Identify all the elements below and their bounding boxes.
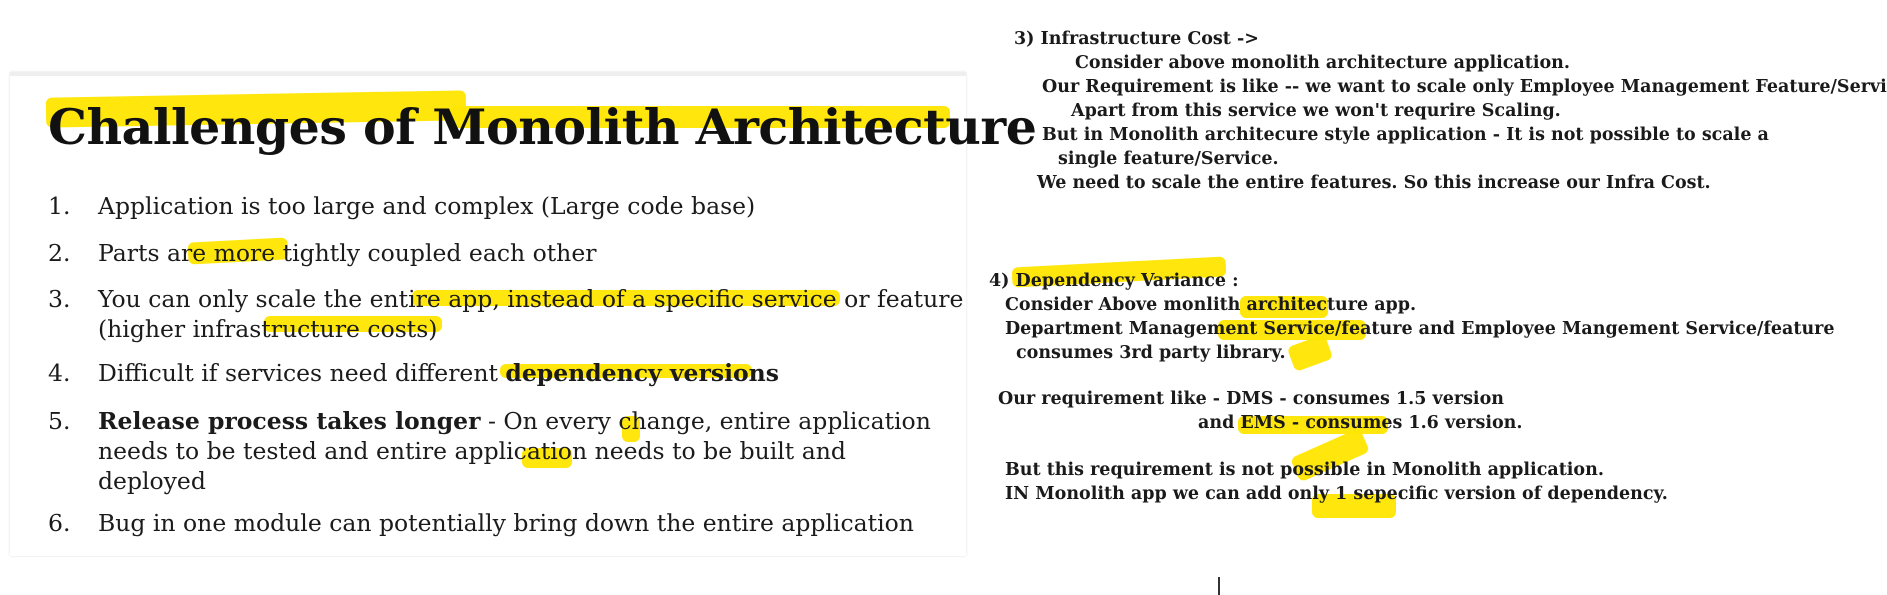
item-number: 2. — [48, 239, 71, 267]
dependency-line: consumes 3rd party library. — [1016, 343, 1286, 363]
text-cursor — [1218, 577, 1220, 595]
item-text-line3: deployed — [98, 467, 206, 495]
item-number: 6. — [48, 509, 71, 537]
item-number: 1. — [48, 192, 71, 220]
item-text-line2: (higher infrastructure costs) — [98, 315, 438, 343]
item-text: Bug in one module can potentially bring … — [98, 509, 914, 537]
dependency-line: Our requirement like - DMS - consumes 1.… — [998, 389, 1504, 409]
infra-line: Apart from this service we won't requrir… — [1071, 101, 1561, 121]
dependency-line: IN Monolith app we can add only 1 sepeci… — [1005, 484, 1668, 504]
item-number: 3. — [48, 285, 71, 313]
infra-line: single feature/Service. — [1058, 149, 1279, 169]
item-text: Application is too large and complex (La… — [98, 192, 756, 220]
item-text-bold: dependency versions — [505, 359, 779, 387]
item-text-bold: Release process takes longer — [98, 407, 481, 435]
slide-panel: Challenges of Monolith Architecture 1. A… — [10, 72, 1037, 556]
dependency-line: and EMS - consumes 1.6 version. — [1198, 413, 1523, 433]
dependency-heading: 4) Dependency Variance : — [989, 271, 1239, 291]
item-text-line1: - On every change, entire application — [480, 407, 931, 435]
infra-line: But in Monolith architecure style applic… — [1042, 125, 1769, 145]
item-text: Difficult if services need different — [98, 359, 506, 387]
dependency-line: Department Management Service/feature an… — [1005, 319, 1835, 339]
item-text-line1: You can only scale the entire app, inste… — [98, 285, 964, 313]
infra-line: Consider above monolith architecture app… — [1075, 53, 1570, 73]
infra-heading: 3) Infrastructure Cost -> — [1014, 29, 1259, 49]
item-number: 4. — [48, 359, 71, 387]
infra-line: Our Requirement is like -- we want to sc… — [1042, 77, 1887, 97]
infra-line: We need to scale the entire features. So… — [1037, 173, 1711, 193]
item-number: 5. — [48, 407, 71, 435]
item-text-line2: needs to be tested and entire applicatio… — [98, 437, 846, 465]
dependency-line: But this requirement is not possible in … — [1005, 460, 1604, 480]
dependency-line: Consider Above monlith architecture app. — [1005, 295, 1417, 315]
item-text: Parts are more tightly coupled each othe… — [98, 239, 597, 267]
slide-title: Challenges of Monolith Architecture — [48, 98, 1037, 156]
